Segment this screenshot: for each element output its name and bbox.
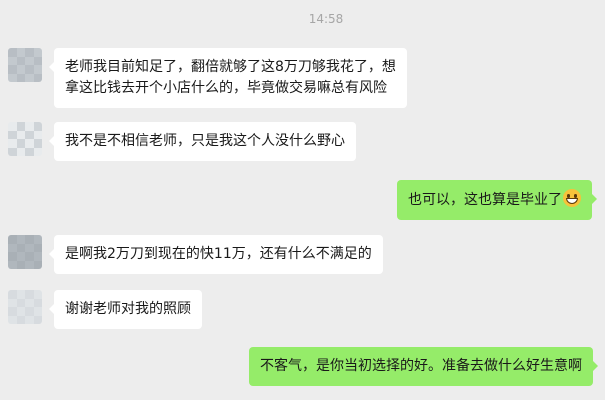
message-line: 拿这比钱去开个小店什么的，毕竟做交易嘛总有风险 <box>65 80 387 96</box>
avatar[interactable] <box>8 235 42 269</box>
message-bubble-incoming[interactable]: 我不是不相信老师，只是我这个人没什么野心 <box>49 122 356 161</box>
message-bubble-incoming[interactable]: 谢谢老师对我的照顾 <box>49 290 202 329</box>
message-line: 谢谢老师对我的照顾 <box>65 301 191 317</box>
message-bubble-incoming[interactable]: 老师我目前知足了，翻倍就够了这8万刀够我花了，想 拿这比钱去开个小店什么的，毕竟… <box>49 48 407 108</box>
message-line: 是啊我2万刀到现在的快11万，还有什么不满足的 <box>65 246 372 262</box>
avatar[interactable] <box>8 48 42 82</box>
message-bubble-outgoing[interactable]: 也可以，这也算是毕业了 <box>397 180 597 220</box>
grinning-face-icon <box>563 189 581 207</box>
message-line: 老师我目前知足了，翻倍就够了这8万刀够我花了，想 <box>65 59 396 75</box>
message-line: 不客气，是你当初选择的好。准备去做什么好生意啊 <box>260 358 582 374</box>
message-bubble-outgoing[interactable]: 不客气，是你当初选择的好。准备去做什么好生意啊 <box>249 347 598 386</box>
message-line: 我不是不相信老师，只是我这个人没什么野心 <box>65 133 345 149</box>
avatar[interactable] <box>8 122 42 156</box>
avatar[interactable] <box>8 290 42 324</box>
message-line: 也可以，这也算是毕业了 <box>408 192 562 208</box>
message-bubble-incoming[interactable]: 是啊我2万刀到现在的快11万，还有什么不满足的 <box>49 235 383 274</box>
timestamp: 14:58 <box>308 12 344 26</box>
